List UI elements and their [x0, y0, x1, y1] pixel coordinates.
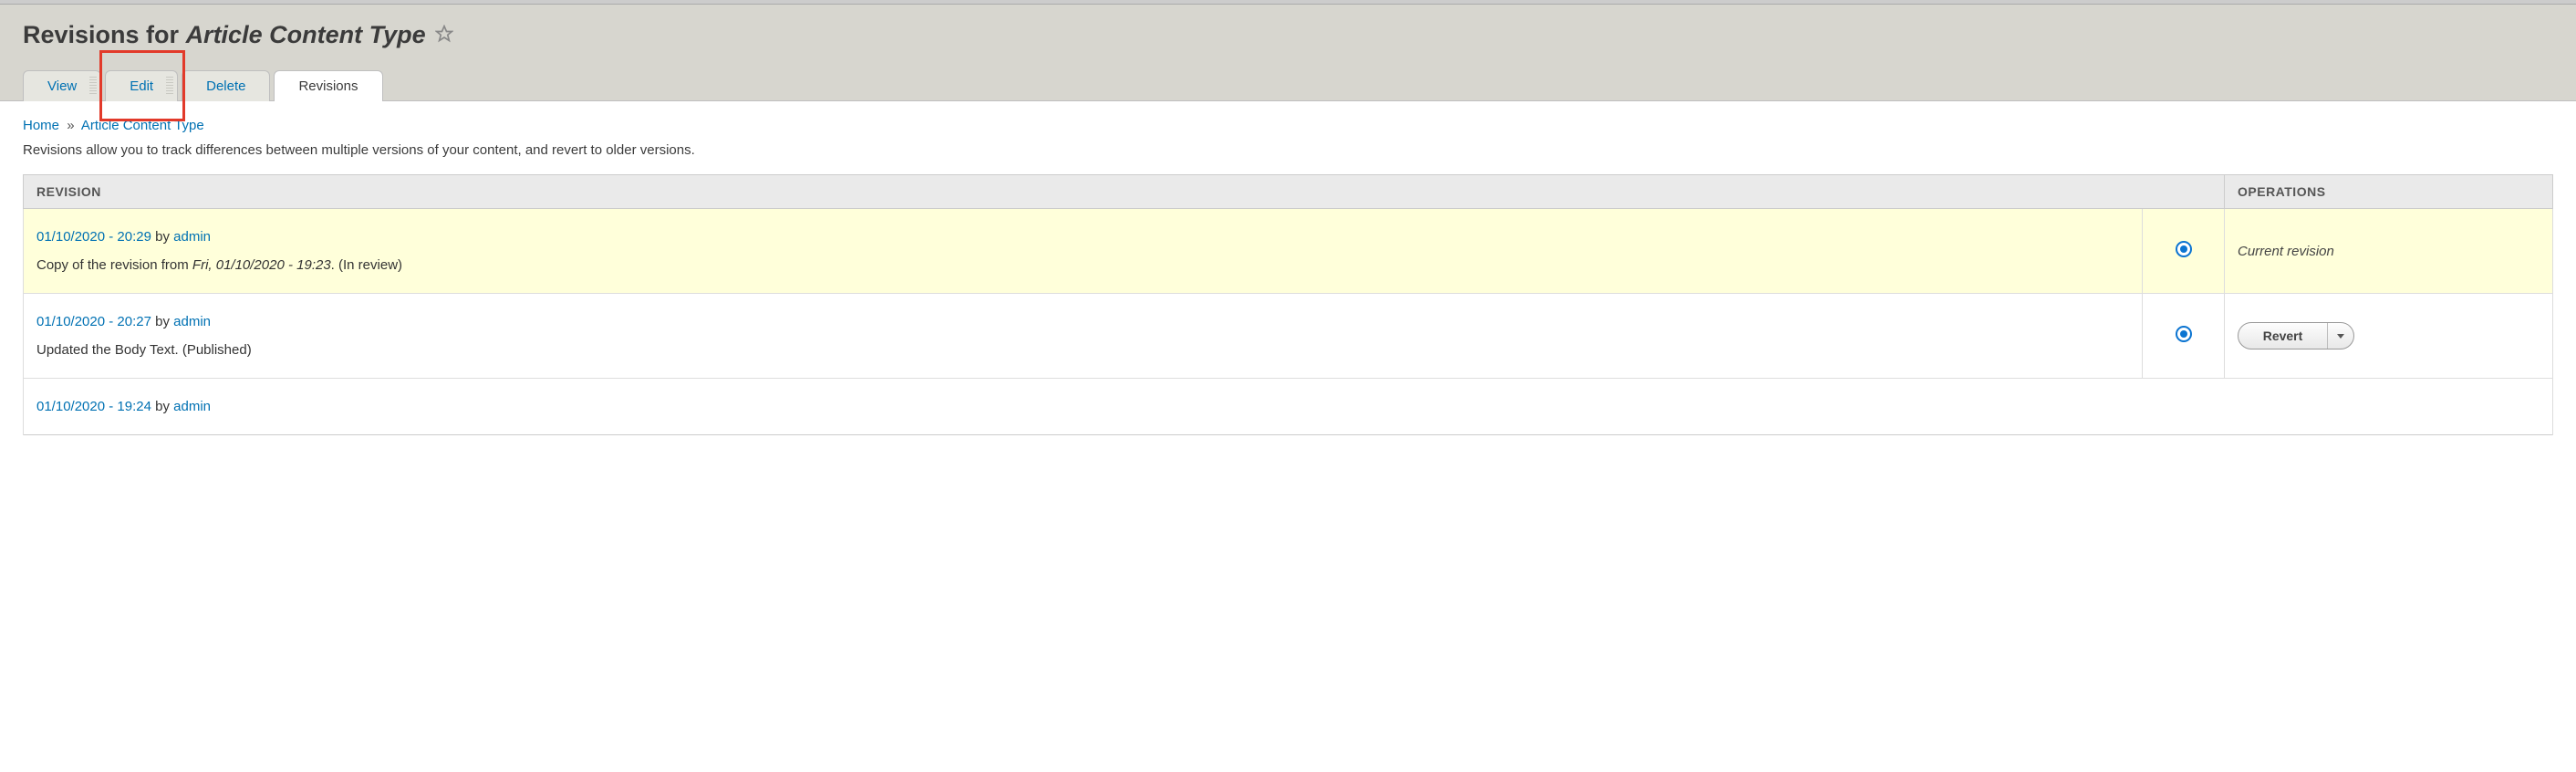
tab-view[interactable]: View: [23, 70, 101, 101]
revert-dropbutton: Revert: [2238, 322, 2354, 349]
header-region: Revisions for Article Content Type View …: [0, 5, 2576, 101]
revision-select-radio[interactable]: [2176, 326, 2192, 342]
chevron-down-icon: [2336, 329, 2345, 344]
tab-grip-icon: [89, 77, 97, 96]
revision-date-link[interactable]: 01/10/2020 - 19:24: [36, 399, 151, 414]
page-title: Revisions for Article Content Type: [23, 21, 2553, 49]
breadcrumb-item-link[interactable]: Article Content Type: [81, 118, 204, 133]
breadcrumb: Home » Article Content Type: [23, 118, 2553, 133]
tab-revisions-label: Revisions: [298, 78, 358, 94]
tab-edit[interactable]: Edit: [105, 70, 178, 101]
table-row: 01/10/2020 - 20:27 by admin Updated the …: [24, 294, 2553, 379]
page-title-subject: Article Content Type: [186, 21, 426, 48]
desc-suffix: . (In review): [331, 257, 402, 273]
revision-date-link[interactable]: 01/10/2020 - 20:29: [36, 229, 151, 245]
by-word: by: [155, 314, 170, 329]
dropbutton-toggle[interactable]: [2328, 323, 2353, 349]
col-header-revision: REVISION: [24, 175, 2225, 209]
current-revision-label: Current revision: [2238, 244, 2334, 259]
tab-revisions[interactable]: Revisions: [274, 70, 382, 101]
breadcrumb-separator: »: [67, 118, 74, 133]
star-icon[interactable]: [435, 21, 453, 49]
revision-description: Copy of the revision from Fri, 01/10/202…: [36, 257, 2129, 273]
breadcrumb-home-link[interactable]: Home: [23, 118, 59, 133]
tab-edit-label: Edit: [130, 78, 153, 94]
tab-grip-icon: [166, 77, 173, 96]
desc-italic: Fri, 01/10/2020 - 19:23: [192, 257, 331, 273]
revision-author-link[interactable]: admin: [173, 399, 211, 414]
revision-description: Updated the Body Text. (Published): [36, 342, 2129, 358]
help-text: Revisions allow you to track differences…: [23, 142, 2553, 158]
tab-delete-label: Delete: [206, 78, 245, 94]
by-word: by: [155, 399, 170, 414]
revision-select-radio[interactable]: [2176, 241, 2192, 257]
revision-author-link[interactable]: admin: [173, 314, 211, 329]
desc-prefix: Copy of the revision from: [36, 257, 192, 273]
table-row: 01/10/2020 - 19:24 by admin: [24, 379, 2553, 435]
by-word: by: [155, 229, 170, 245]
revision-date-link[interactable]: 01/10/2020 - 20:27: [36, 314, 151, 329]
table-row: 01/10/2020 - 20:29 by admin Copy of the …: [24, 209, 2553, 294]
content-region: Home » Article Content Type Revisions al…: [0, 101, 2576, 435]
page-title-prefix: Revisions for: [23, 21, 179, 48]
tabs: View Edit Delete Revisions: [23, 70, 2553, 101]
tab-view-label: View: [47, 78, 77, 94]
revisions-table: REVISION OPERATIONS 01/10/2020 - 20:29 b…: [23, 174, 2553, 435]
col-header-operations: OPERATIONS: [2225, 175, 2553, 209]
tab-delete[interactable]: Delete: [182, 70, 270, 101]
revision-author-link[interactable]: admin: [173, 229, 211, 245]
revert-button[interactable]: Revert: [2238, 323, 2328, 349]
